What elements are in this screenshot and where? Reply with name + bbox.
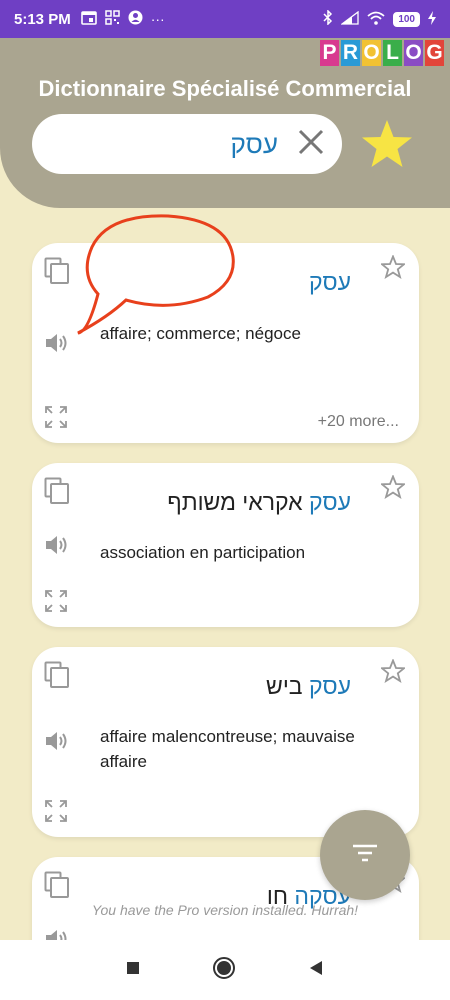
account-icon — [128, 10, 143, 28]
battery-level: 100 — [393, 11, 420, 27]
favorite-star-icon[interactable] — [379, 658, 407, 688]
speech-bubble-icon — [68, 212, 238, 342]
copy-icon[interactable] — [44, 661, 70, 694]
toast-message: You have the Pro version installed. Hurr… — [91, 902, 359, 918]
headword-rest: ביש — [266, 673, 309, 699]
back-icon[interactable] — [307, 959, 325, 982]
signal-icon — [340, 10, 359, 28]
speaker-icon[interactable] — [44, 729, 70, 758]
system-nav-bar — [0, 940, 450, 1000]
result-card[interactable]: עסק אקראי משותף association en participa… — [32, 463, 419, 627]
home-icon[interactable] — [212, 956, 236, 985]
favorites-star-icon[interactable] — [360, 118, 414, 175]
status-bar: 5:13 PM ··· 100 — [0, 0, 450, 38]
logo-letter: L — [383, 40, 402, 66]
headword-rest: אקראי משותף — [167, 489, 309, 515]
logo-letter: G — [425, 40, 444, 66]
headword-highlight: עסק — [308, 269, 351, 295]
app-header: PROLOG Dictionnaire Spécialisé Commercia… — [0, 38, 450, 208]
result-headword: עסק אקראי משותף — [167, 489, 351, 516]
more-icon: ··· — [150, 11, 165, 27]
copy-icon[interactable] — [44, 871, 70, 904]
expand-icon[interactable] — [44, 405, 68, 434]
filter-icon — [352, 843, 378, 868]
copy-icon[interactable] — [44, 257, 70, 290]
filter-button[interactable] — [320, 810, 410, 900]
favorite-star-icon[interactable] — [379, 254, 407, 284]
result-card[interactable]: עסק ביש affaire malencontreuse; mauvaise… — [32, 647, 419, 837]
qr-icon — [104, 10, 120, 28]
headword-highlight: עסק — [308, 489, 351, 515]
logo-letter: R — [341, 40, 360, 66]
logo-letter: P — [320, 40, 339, 66]
result-meaning: association en participation — [100, 543, 306, 562]
bluetooth-icon — [323, 9, 333, 28]
logo-letter: O — [362, 40, 381, 66]
status-time: 5:13 PM — [14, 10, 71, 28]
result-headword: עסק — [309, 269, 351, 296]
calendar-icon — [80, 10, 97, 28]
speaker-icon[interactable] — [44, 533, 70, 562]
wifi-icon — [367, 11, 385, 28]
prolog-logo: PROLOG — [320, 40, 444, 66]
favorite-star-icon[interactable] — [379, 474, 407, 504]
copy-icon[interactable] — [44, 477, 70, 510]
search-bar[interactable]: עסק — [32, 114, 342, 174]
page-title: Dictionnaire Spécialisé Commercial — [38, 76, 412, 101]
result-headword: עסק ביש — [266, 673, 351, 700]
speaker-icon[interactable] — [44, 331, 70, 360]
expand-icon[interactable] — [44, 589, 68, 618]
charging-icon — [428, 10, 436, 28]
result-meaning: affaire malencontreuse; mauvaise affaire — [100, 727, 355, 771]
clear-search-icon[interactable] — [298, 127, 324, 161]
more-link[interactable]: +20 more... — [318, 413, 399, 431]
recents-icon[interactable] — [125, 960, 141, 981]
search-input[interactable]: עסק — [230, 129, 278, 160]
headword-highlight: עסק — [308, 673, 351, 699]
logo-letter: O — [404, 40, 423, 66]
expand-icon[interactable] — [44, 799, 68, 828]
